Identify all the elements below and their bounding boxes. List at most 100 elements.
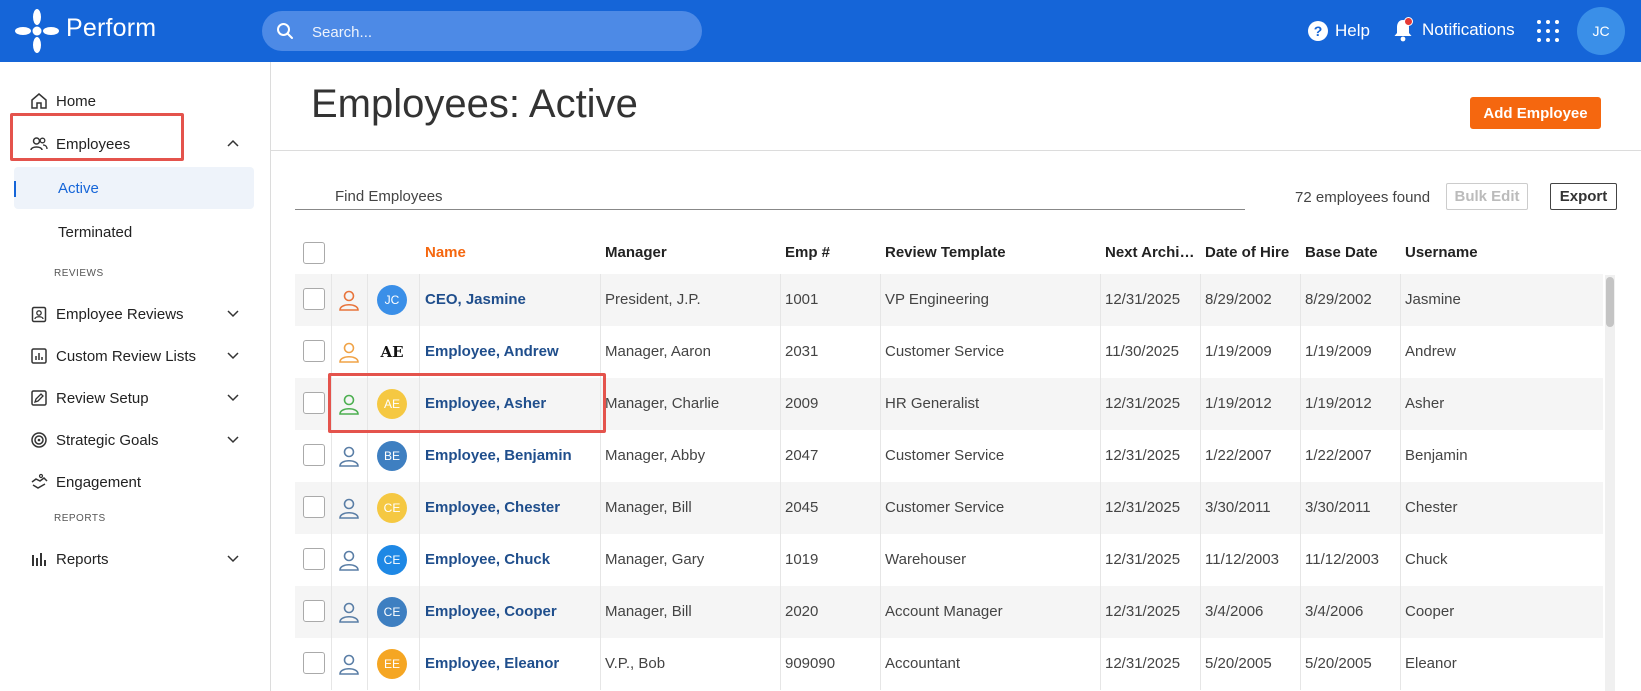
column-header-manager[interactable]: Manager — [605, 244, 667, 261]
row-checkbox[interactable] — [303, 600, 325, 622]
cell-manager: Manager, Aaron — [605, 343, 711, 360]
sidebar-subitem-terminated[interactable]: Terminated — [14, 211, 254, 253]
column-separator — [1300, 482, 1301, 534]
chevron-down-icon[interactable] — [226, 432, 240, 446]
employee-avatar: AE — [380, 343, 404, 361]
top-bar: Perform ? Help Notifications JC — [0, 0, 1641, 62]
employee-name-link[interactable]: Employee, Benjamin — [425, 447, 572, 464]
edit-doc-icon — [31, 390, 47, 406]
table-scrollbar[interactable] — [1605, 275, 1615, 691]
find-employees-input[interactable] — [295, 184, 1245, 210]
sidebar-subitem-active[interactable]: Active — [14, 167, 254, 209]
column-separator — [1100, 586, 1101, 638]
cell-name: Employee, Asher — [425, 378, 546, 430]
column-separator — [780, 482, 781, 534]
row-checkbox[interactable] — [303, 496, 325, 518]
global-search[interactable] — [262, 11, 702, 53]
cell-date-of-hire: 11/12/2003 — [1205, 551, 1279, 568]
table-row[interactable]: CE Employee, Chuck Manager, Gary 1019 Wareho… — [295, 534, 1603, 586]
sidebar-subitem-label: Active — [58, 179, 99, 197]
cell-emp-number: 2020 — [785, 603, 819, 620]
column-header-username[interactable]: Username — [1405, 244, 1478, 261]
column-header-name[interactable]: Name — [425, 244, 466, 261]
row-checkbox[interactable] — [303, 392, 325, 414]
column-separator — [1200, 482, 1201, 534]
employee-name-link[interactable]: Employee, Chuck — [425, 551, 550, 568]
column-header-review-template[interactable]: Review Template — [885, 244, 1006, 261]
chevron-down-icon[interactable] — [226, 306, 240, 320]
bulk-edit-button[interactable]: Bulk Edit — [1446, 183, 1528, 210]
cell-emp-number: 2031 — [785, 343, 819, 360]
table-row[interactable]: BE Employee, Benjamin Manager, Abby 2047 Cus… — [295, 430, 1603, 482]
employee-name-link[interactable]: Employee, Eleanor — [425, 655, 559, 672]
cell-next-archive: 12/31/2025 — [1105, 395, 1181, 412]
column-separator — [880, 378, 881, 430]
employee-name-link[interactable]: Employee, Cooper — [425, 603, 557, 620]
column-separator — [780, 586, 781, 638]
table-row[interactable]: AE Employee, Andrew Manager, Aaron 2031 Cust… — [295, 326, 1603, 378]
row-checkbox[interactable] — [303, 444, 325, 466]
column-separator — [1200, 326, 1201, 378]
row-checkbox[interactable] — [303, 340, 325, 362]
cell-manager: Manager, Gary — [605, 551, 705, 568]
chevron-up-icon[interactable] — [226, 136, 240, 150]
target-icon — [31, 432, 47, 448]
export-button[interactable]: Export — [1550, 183, 1617, 210]
row-checkbox[interactable] — [303, 548, 325, 570]
column-separator — [1400, 482, 1401, 534]
employee-name-link[interactable]: CEO, Jasmine — [425, 291, 526, 308]
column-header-emp-number[interactable]: Emp # — [785, 244, 830, 261]
cell-username: Asher — [1405, 395, 1445, 412]
sidebar-item-home[interactable]: Home — [30, 86, 240, 116]
cell-date-of-hire: 3/4/2006 — [1205, 603, 1264, 620]
search-input[interactable] — [310, 11, 684, 53]
chevron-down-icon[interactable] — [226, 348, 240, 362]
column-separator — [600, 534, 601, 586]
sidebar-item-review-setup[interactable]: Review Setup — [30, 383, 240, 413]
column-separator — [1100, 534, 1101, 586]
user-avatar[interactable]: JC — [1577, 7, 1625, 55]
cell-review-template: Accountant — [885, 655, 961, 672]
row-checkbox[interactable] — [303, 288, 325, 310]
help-button[interactable]: ? Help — [1308, 19, 1370, 43]
cell-date-of-hire: 1/19/2012 — [1205, 395, 1272, 412]
column-separator — [331, 534, 332, 586]
table-row[interactable]: AE Employee, Asher Manager, Charlie 2009 HR … — [295, 378, 1603, 430]
column-separator — [1200, 534, 1201, 586]
scrollbar-thumb[interactable] — [1606, 277, 1614, 327]
employee-name-link[interactable]: Employee, Andrew — [425, 343, 559, 360]
cell-date-of-hire: 5/20/2005 — [1205, 655, 1272, 672]
chevron-down-icon[interactable] — [226, 551, 240, 565]
column-separator — [419, 326, 420, 378]
sidebar-item-label: Home — [56, 92, 97, 110]
sidebar-item-strategic-goals[interactable]: Strategic Goals — [30, 425, 240, 455]
perform-logo-icon[interactable] — [14, 8, 60, 54]
select-all-checkbox[interactable] — [303, 242, 325, 264]
table-row[interactable]: CE Employee, Chester Manager, Bill 2045 Cust… — [295, 482, 1603, 534]
row-checkbox[interactable] — [303, 652, 325, 674]
column-separator — [1400, 586, 1401, 638]
sidebar-item-employee-reviews[interactable]: Employee Reviews — [30, 299, 240, 329]
employee-name-link[interactable]: Employee, Chester — [425, 499, 560, 516]
column-header-next-archive[interactable]: Next Archi… — [1105, 244, 1195, 261]
table-row[interactable]: EE Employee, Eleanor V.P., Bob 909090 Accoun… — [295, 638, 1603, 690]
sidebar-item-engagement[interactable]: Engagement — [30, 467, 240, 497]
cell-date-of-hire: 8/29/2002 — [1205, 291, 1272, 308]
column-header-date-of-hire[interactable]: Date of Hire — [1205, 244, 1289, 261]
sidebar-item-employees[interactable]: Employees — [30, 129, 240, 159]
column-separator — [780, 430, 781, 482]
sidebar-item-reports[interactable]: Reports — [30, 544, 240, 574]
add-employee-button[interactable]: Add Employee — [1470, 97, 1601, 129]
column-header-base-date[interactable]: Base Date — [1305, 244, 1378, 261]
cell-emp-number: 1019 — [785, 551, 819, 568]
employee-name-link[interactable]: Employee, Asher — [425, 395, 546, 412]
table-row[interactable]: CE Employee, Cooper Manager, Bill 2020 Accou… — [295, 586, 1603, 638]
sidebar-subitem-label: Terminated — [58, 223, 133, 241]
cell-manager: Manager, Bill — [605, 499, 692, 516]
sidebar-item-custom-review-lists[interactable]: Custom Review Lists — [30, 341, 240, 371]
apps-grid-icon[interactable] — [1537, 20, 1559, 42]
table-row[interactable]: JC CEO, Jasmine President, J.P. 1001 VP Engi… — [295, 274, 1603, 326]
chevron-down-icon[interactable] — [226, 390, 240, 404]
notifications-button[interactable]: Notifications — [1392, 17, 1515, 43]
app-title[interactable]: Perform — [66, 14, 156, 43]
